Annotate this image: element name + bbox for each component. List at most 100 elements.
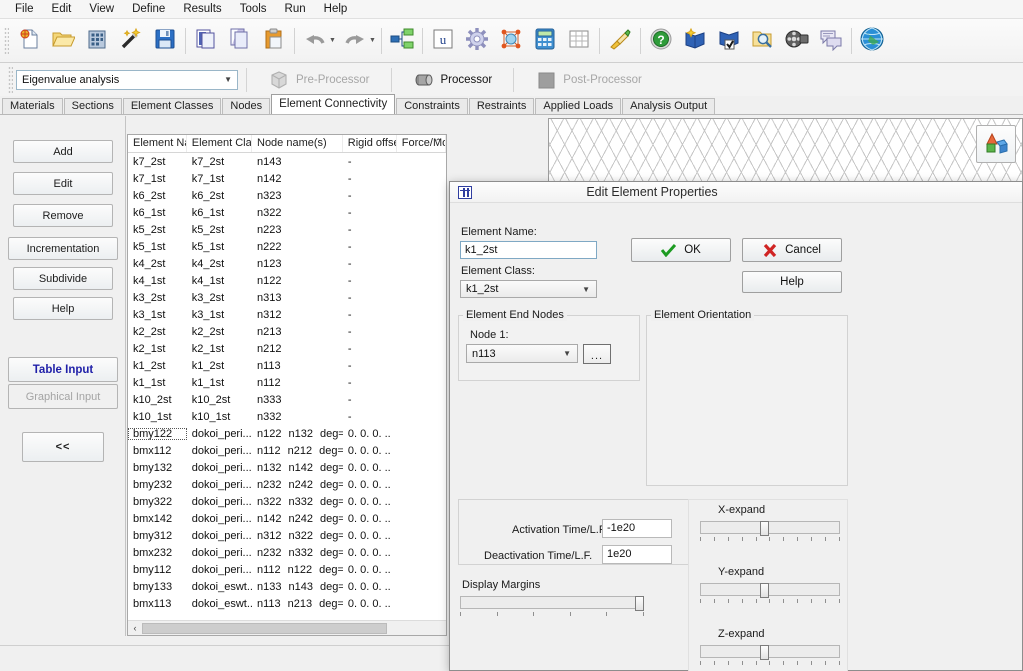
table-row[interactable]: bmy132 dokoi_peri... n132 n142 deg=0,00 0. 0.… bbox=[128, 459, 446, 476]
table-input-button[interactable]: Table Input bbox=[8, 357, 118, 382]
table-row[interactable]: k6_2st k6_2st n323 - bbox=[128, 187, 446, 204]
toolbar-button-units[interactable]: u bbox=[426, 24, 460, 58]
table-row[interactable]: bmx232 dokoi_peri... n232 n332 deg=0,00 0. 0.… bbox=[128, 544, 446, 561]
table-row[interactable]: k7_2st k7_2st n143 - bbox=[128, 153, 446, 170]
table-row[interactable]: k4_2st k4_2st n123 - bbox=[128, 255, 446, 272]
remove-button[interactable]: Remove bbox=[13, 204, 113, 227]
toolbar-button-save-floppy[interactable] bbox=[148, 24, 182, 58]
table-row[interactable]: bmx142 dokoi_peri... n142 n242 deg=0,00 0. 0.… bbox=[128, 510, 446, 527]
element-name-input[interactable]: k1_2st bbox=[460, 241, 597, 259]
table-row[interactable]: k1_2st k1_2st n113 - bbox=[128, 357, 446, 374]
tab-materials[interactable]: Materials bbox=[2, 98, 63, 114]
tab-restraints[interactable]: Restraints bbox=[468, 98, 535, 114]
toolbar-button-building-model[interactable] bbox=[80, 24, 114, 58]
tab-applied-loads[interactable]: Applied Loads bbox=[535, 98, 622, 114]
table-row[interactable]: k5_2st k5_2st n223 - bbox=[128, 221, 446, 238]
menu-item-tools[interactable]: Tools bbox=[231, 1, 276, 17]
table-row[interactable]: k3_2st k3_2st n313 - bbox=[128, 289, 446, 306]
table-row[interactable]: k3_1st k3_1st n312 - bbox=[128, 306, 446, 323]
toolbar-button-book-check[interactable] bbox=[712, 24, 746, 58]
stage-button-post-processor[interactable]: Post-Processor bbox=[522, 67, 655, 93]
activation-time-input[interactable]: -1e20 bbox=[602, 519, 672, 538]
tab-sections[interactable]: Sections bbox=[63, 98, 122, 114]
table-row[interactable]: bmx113 dokoi_eswt... n113 n213 deg=0,00 0. 0.… bbox=[128, 595, 446, 612]
table-row[interactable]: k2_1st k2_1st n212 - bbox=[128, 340, 446, 357]
deactivation-time-input[interactable]: 1e20 bbox=[602, 545, 672, 564]
toolbar-button-new-document[interactable] bbox=[12, 24, 46, 58]
scrollbar-thumb[interactable] bbox=[142, 622, 387, 634]
table-row[interactable]: bmy133 dokoi_eswt... n133 n143 deg=0,00 0. 0.… bbox=[128, 578, 446, 595]
table-row[interactable]: k1_1st k1_1st n112 - bbox=[128, 374, 446, 391]
dialog-help-button[interactable]: Help bbox=[742, 271, 842, 293]
toolbar-button-calculator[interactable] bbox=[528, 24, 562, 58]
collapse-panel-button[interactable]: << bbox=[22, 432, 104, 462]
y-expand-slider[interactable] bbox=[700, 583, 840, 598]
table-row[interactable]: bmy312 dokoi_peri... n312 n322 deg=0,00 0. 0.… bbox=[128, 527, 446, 544]
table-row[interactable]: k6_1st k6_1st n322 - bbox=[128, 204, 446, 221]
display-margins-thumb[interactable] bbox=[635, 596, 644, 611]
element-class-select[interactable]: k1_2st ▼ bbox=[460, 280, 597, 298]
table-row[interactable]: k4_1st k4_1st n122 - bbox=[128, 272, 446, 289]
display-margins-slider[interactable] bbox=[460, 596, 644, 611]
z-expand-slider-thumb[interactable] bbox=[760, 645, 769, 660]
stage-button-processor[interactable]: Processor bbox=[400, 67, 506, 93]
table-row[interactable]: bmx112 dokoi_peri... n112 n212 deg=0,00 0. 0.… bbox=[128, 442, 446, 459]
toolbar-button-paintbrush[interactable] bbox=[603, 24, 637, 58]
toolbar-button-book-star[interactable] bbox=[678, 24, 712, 58]
toolbar-button-molecule-node[interactable] bbox=[494, 24, 528, 58]
toolbar-button-copy[interactable] bbox=[189, 24, 223, 58]
table-row[interactable]: k2_2st k2_2st n213 - bbox=[128, 323, 446, 340]
edit-button[interactable]: Edit bbox=[13, 172, 113, 195]
tab-element-classes[interactable]: Element Classes bbox=[122, 98, 222, 114]
column-header-force-momen[interactable]: Force/Momen⌃ bbox=[397, 135, 446, 152]
toolbar-button-redo[interactable] bbox=[338, 24, 372, 58]
column-header-node-name-s-[interactable]: Node name(s) bbox=[252, 135, 343, 152]
table-row[interactable]: bmx143dokoi_eswt... n143 n243 deg=0,000. 0.… bbox=[128, 612, 446, 616]
scroll-left-arrow-icon[interactable]: ‹ bbox=[128, 623, 142, 633]
y-expand-slider-thumb[interactable] bbox=[760, 583, 769, 598]
node1-select[interactable]: n113 ▼ bbox=[466, 344, 578, 363]
column-header-element-class[interactable]: Element Class bbox=[187, 135, 252, 152]
graphical-input-button[interactable]: Graphical Input bbox=[8, 384, 118, 409]
toolbar-button-speech-bubbles[interactable] bbox=[814, 24, 848, 58]
table-row[interactable]: bmy112 dokoi_peri... n112 n122 deg=0,00 0. 0.… bbox=[128, 561, 446, 578]
tab-element-connectivity[interactable]: Element Connectivity bbox=[271, 94, 396, 114]
toolbar-button-paste-clipboard[interactable] bbox=[257, 24, 291, 58]
table-row[interactable]: k10_1st k10_1st n332 - bbox=[128, 408, 446, 425]
table-row[interactable]: bmy232 dokoi_peri... n232 n242 deg=0,00 0. 0.… bbox=[128, 476, 446, 493]
tab-constraints[interactable]: Constraints bbox=[396, 98, 468, 114]
toolbar-button-open-folder[interactable] bbox=[46, 24, 80, 58]
table-row[interactable]: k5_1st k5_1st n222 - bbox=[128, 238, 446, 255]
node1-browse-button[interactable]: ... bbox=[583, 344, 611, 364]
cancel-button[interactable]: Cancel bbox=[742, 238, 842, 262]
table-row[interactable]: bmy322 dokoi_peri... n322 n332 deg=0,00 0. 0.… bbox=[128, 493, 446, 510]
dialog-title-bar[interactable]: Edit Element Properties bbox=[450, 182, 1022, 203]
z-expand-slider[interactable] bbox=[700, 645, 840, 660]
menu-item-edit[interactable]: Edit bbox=[43, 1, 81, 17]
toolbar-button-folder-search[interactable] bbox=[746, 24, 780, 58]
column-header-rigid-offsets[interactable]: Rigid offsets bbox=[343, 135, 397, 152]
table-row[interactable]: k10_2st k10_2st n333 - bbox=[128, 391, 446, 408]
toolbar-button-duplicate[interactable] bbox=[223, 24, 257, 58]
toolbar-button-grid-table[interactable] bbox=[562, 24, 596, 58]
subdivide-button[interactable]: Subdivide bbox=[13, 267, 113, 290]
menu-item-view[interactable]: View bbox=[80, 1, 123, 17]
toolbar-button-help-circle[interactable]: ? bbox=[644, 24, 678, 58]
table-horizontal-scrollbar[interactable]: ‹ bbox=[128, 620, 446, 635]
stage-button-pre-processor[interactable]: Pre-Processor bbox=[255, 67, 383, 93]
toolbar-button-globe[interactable] bbox=[855, 24, 889, 58]
menu-item-run[interactable]: Run bbox=[276, 1, 315, 17]
menu-item-results[interactable]: Results bbox=[174, 1, 230, 17]
table-row[interactable]: k7_1st k7_1st n142 - bbox=[128, 170, 446, 187]
table-row[interactable]: bmy122 dokoi_peri... n122 n132 deg=0,00 0. 0.… bbox=[128, 425, 446, 442]
help-button[interactable]: Help bbox=[13, 297, 113, 320]
ok-button[interactable]: OK bbox=[631, 238, 731, 262]
tab-nodes[interactable]: Nodes bbox=[222, 98, 271, 114]
toolbar-button-undo[interactable] bbox=[298, 24, 332, 58]
menu-item-define[interactable]: Define bbox=[123, 1, 174, 17]
menu-item-file[interactable]: File bbox=[6, 1, 43, 17]
column-header-element-name[interactable]: Element Name bbox=[128, 135, 187, 152]
analysis-type-select[interactable]: Eigenvalue analysis ▼ bbox=[16, 69, 238, 90]
x-expand-slider[interactable] bbox=[700, 521, 840, 536]
toolbar-button-wizard-wand[interactable] bbox=[114, 24, 148, 58]
